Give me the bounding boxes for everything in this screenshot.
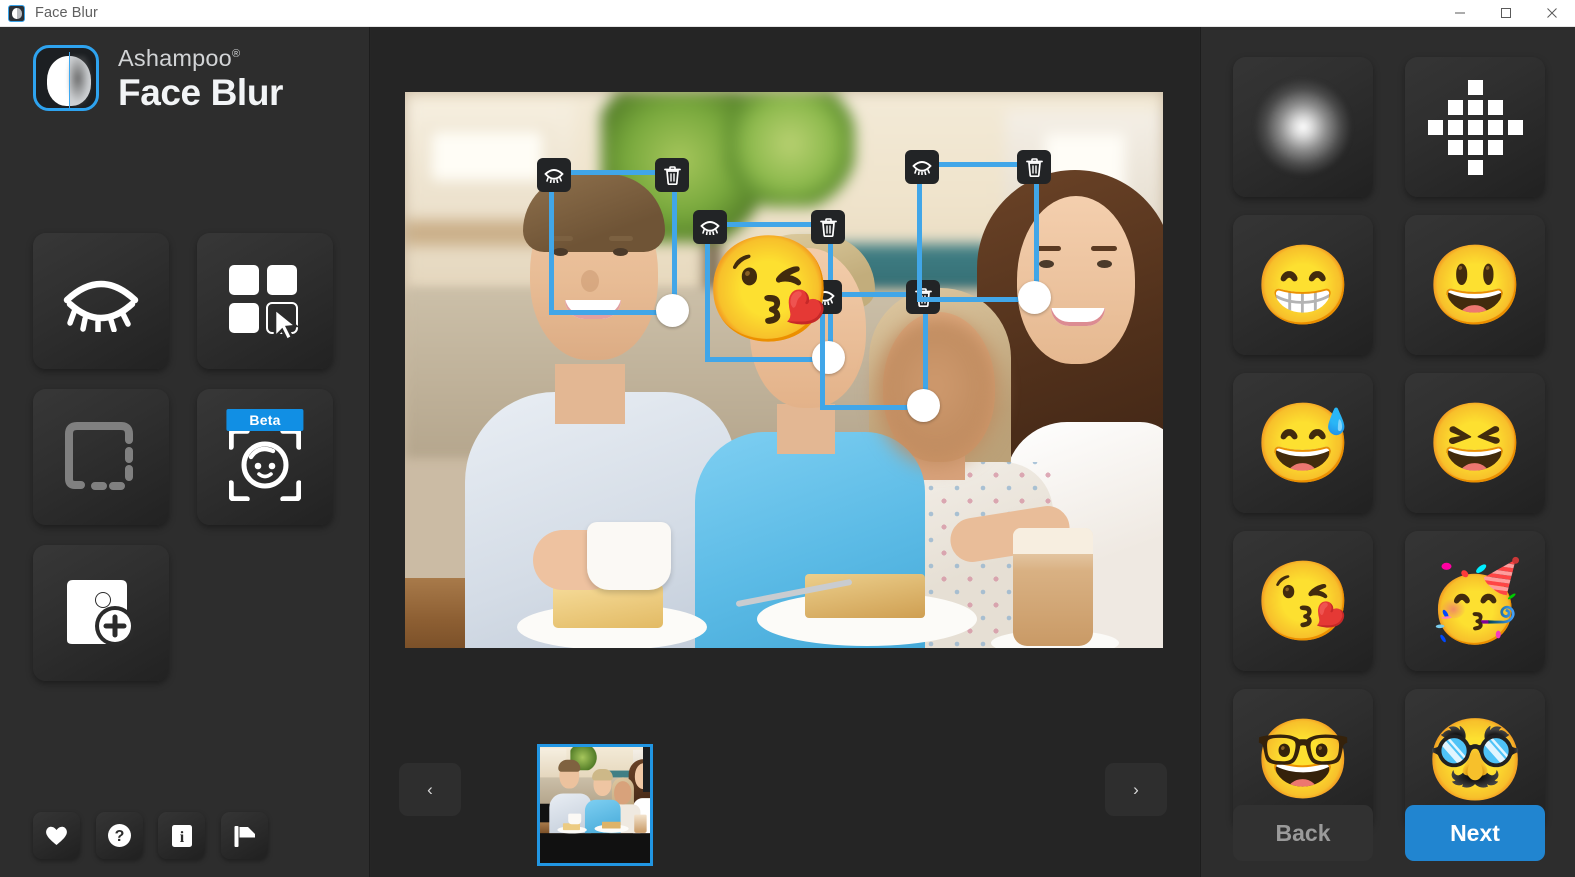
photo-preview[interactable]: 😘 — [405, 92, 1163, 648]
face-box-man[interactable] — [537, 158, 689, 327]
remove-thumbnail-button[interactable]: X — [643, 747, 650, 792]
effect-emoji-sweat[interactable]: 😅 — [1233, 373, 1373, 513]
closed-eye-icon — [63, 280, 139, 332]
face-blowing-kiss-icon: 😘 — [1254, 557, 1352, 645]
face-blur-button[interactable] — [537, 158, 571, 192]
applied-emoji-boy[interactable]: 😘 — [704, 220, 834, 360]
beta-badge: Beta — [226, 409, 304, 431]
squinting-face-icon: 😆 — [1426, 399, 1524, 487]
effects-grid: 😁 😃 😅 😆 😘 🥳 🤓 🥸 — [1233, 57, 1545, 829]
effect-blur[interactable] — [1233, 57, 1373, 197]
trash-icon — [663, 165, 681, 185]
help-button[interactable]: ? — [96, 812, 143, 859]
face-delete-button[interactable] — [655, 158, 689, 192]
tool-pixelate[interactable] — [197, 233, 333, 369]
face-resize-handle[interactable] — [1018, 281, 1051, 314]
effect-emoji-grin[interactable]: 😁 — [1233, 215, 1373, 355]
brand-product: Face Blur — [118, 72, 284, 113]
face-delete-button[interactable] — [1017, 150, 1051, 184]
left-sidebar: Ashampoo® Face Blur Beta ? i — [0, 27, 370, 877]
next-image-button[interactable]: › — [1105, 763, 1167, 816]
grinning-face-big-eyes-icon: 😃 — [1426, 241, 1524, 329]
image-plus-icon — [67, 580, 135, 646]
info-icon: i — [171, 824, 192, 847]
effect-emoji-party[interactable]: 🥳 — [1405, 531, 1545, 671]
info-button[interactable]: i — [158, 812, 205, 859]
tool-add-image[interactable] — [33, 545, 169, 681]
face-scan-icon — [229, 429, 301, 501]
face-resize-handle[interactable] — [656, 294, 689, 327]
maximize-button[interactable] — [1483, 0, 1529, 26]
window-controls — [1437, 0, 1575, 27]
image-canvas: 😘 ‹ › — [371, 27, 1199, 877]
flag-icon — [234, 825, 255, 847]
registered-mark: ® — [231, 48, 241, 61]
back-button[interactable]: Back — [1233, 805, 1373, 861]
brand-company: Ashampoo® — [118, 45, 241, 71]
app-icon — [8, 4, 25, 22]
effects-panel: 😁 😃 😅 😆 😘 🥳 🤓 🥸 Back Next — [1200, 27, 1575, 877]
closed-eye-icon — [544, 169, 564, 183]
close-button[interactable] — [1529, 0, 1575, 26]
app-logo-icon — [33, 45, 99, 112]
face-box-girl[interactable] — [808, 280, 940, 422]
dashed-rectangle-icon — [65, 422, 133, 490]
grinning-face-sweat-icon: 😅 — [1254, 399, 1352, 487]
disguised-face-icon: 🥸 — [1426, 715, 1524, 803]
tool-selection[interactable] — [33, 389, 169, 525]
face-box-woman[interactable] — [905, 150, 1051, 314]
like-button[interactable] — [33, 812, 80, 859]
svg-text:i: i — [179, 829, 184, 846]
question-circle-icon: ? — [108, 824, 131, 847]
next-button[interactable]: Next — [1405, 805, 1545, 861]
partying-face-icon: 🥳 — [1426, 557, 1524, 645]
thumbnail-strip: ‹ › — [371, 717, 1199, 877]
effect-emoji-open-eyes[interactable]: 😃 — [1405, 215, 1545, 355]
closed-eye-icon — [912, 161, 932, 175]
report-button[interactable] — [221, 812, 268, 859]
tool-face-detect[interactable]: Beta — [197, 389, 333, 525]
trash-icon — [1025, 157, 1043, 177]
nerd-face-icon: 🤓 — [1254, 715, 1352, 803]
wizard-navigation: Back Next — [1233, 805, 1545, 861]
svg-text:?: ? — [115, 828, 125, 845]
minimize-button[interactable] — [1437, 0, 1483, 26]
thumbnail-item[interactable]: X — [537, 744, 653, 866]
tool-blur[interactable] — [33, 233, 169, 369]
prev-image-button[interactable]: ‹ — [399, 763, 461, 816]
grinning-squinting-face-icon: 😁 — [1254, 241, 1352, 329]
effect-pixelate[interactable] — [1405, 57, 1545, 197]
brand-logo: Ashampoo® Face Blur — [33, 45, 283, 112]
window-title: Face Blur — [35, 5, 98, 21]
face-resize-handle[interactable] — [907, 389, 940, 422]
pixel-grid-icon — [1427, 79, 1523, 175]
title-bar: Face Blur — [0, 0, 1575, 27]
face-blur-button[interactable] — [905, 150, 939, 184]
effect-emoji-squint[interactable]: 😆 — [1405, 373, 1545, 513]
heart-icon — [46, 826, 67, 845]
effect-emoji-kiss[interactable]: 😘 — [1233, 531, 1373, 671]
grid-cursor-icon — [229, 265, 300, 339]
soft-blur-icon — [1255, 79, 1351, 175]
